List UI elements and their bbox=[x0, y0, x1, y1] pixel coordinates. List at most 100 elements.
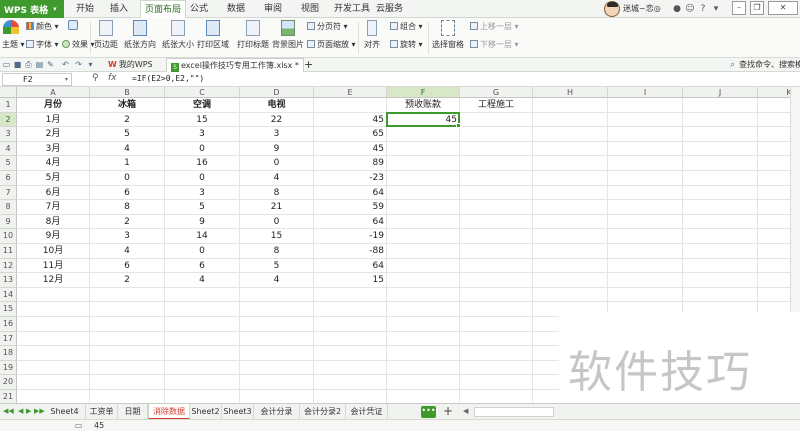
cell[interactable] bbox=[17, 375, 90, 390]
function-icon[interactable]: fx bbox=[108, 73, 117, 83]
row-header[interactable]: 4 bbox=[0, 141, 17, 157]
add-sheet-button[interactable]: + bbox=[443, 404, 453, 419]
cell[interactable] bbox=[460, 360, 533, 376]
data-cell[interactable]: 8月 bbox=[17, 214, 90, 230]
print-area-button[interactable]: 打印区域 bbox=[197, 20, 229, 50]
cell[interactable] bbox=[460, 185, 533, 201]
data-cell[interactable]: 3 bbox=[165, 185, 240, 201]
cell[interactable] bbox=[683, 185, 758, 201]
data-cell[interactable]: -88 bbox=[314, 244, 387, 259]
data-cell[interactable]: 7月 bbox=[17, 200, 90, 215]
redo-icon[interactable]: ↷ bbox=[74, 60, 83, 69]
cell[interactable] bbox=[90, 331, 165, 347]
cell[interactable] bbox=[608, 273, 683, 288]
cell[interactable] bbox=[533, 141, 608, 157]
data-cell[interactable]: 10月 bbox=[17, 244, 90, 259]
selection-pane-button[interactable]: 选择窗格 bbox=[432, 20, 464, 50]
close-button[interactable]: ✕ bbox=[768, 1, 798, 15]
cell[interactable] bbox=[683, 273, 758, 288]
header-cell[interactable]: 空调 bbox=[165, 98, 240, 113]
fonts-button[interactable]: 字体 ▾ bbox=[26, 39, 59, 50]
cell[interactable] bbox=[533, 98, 608, 113]
cell[interactable] bbox=[17, 317, 90, 332]
sheet-tab[interactable]: 工资单 bbox=[86, 404, 118, 420]
data-cell[interactable]: 0 bbox=[165, 141, 240, 157]
undo-icon[interactable]: ↶ bbox=[61, 60, 70, 69]
row-header[interactable]: 16 bbox=[0, 317, 17, 332]
cell[interactable] bbox=[683, 171, 758, 186]
cell[interactable] bbox=[608, 200, 683, 215]
sheet-tab[interactable]: Sheet2 bbox=[190, 404, 222, 420]
cell[interactable] bbox=[533, 127, 608, 142]
cell[interactable] bbox=[460, 229, 533, 244]
new-tab-button[interactable]: + bbox=[300, 58, 317, 72]
data-cell[interactable] bbox=[387, 171, 460, 186]
cell[interactable] bbox=[608, 127, 683, 142]
row-header[interactable]: 5 bbox=[0, 156, 17, 171]
cell[interactable] bbox=[90, 287, 165, 303]
orientation-button[interactable]: 纸张方向 bbox=[124, 20, 156, 50]
data-cell[interactable] bbox=[387, 229, 460, 244]
data-cell[interactable]: 14 bbox=[165, 229, 240, 244]
prev-sheet-icon[interactable]: ◀ bbox=[18, 407, 23, 415]
cell[interactable] bbox=[240, 360, 314, 376]
command-search-input[interactable]: 查找命令、搜索模板 bbox=[735, 58, 800, 72]
data-cell[interactable]: 59 bbox=[314, 200, 387, 215]
cell[interactable] bbox=[533, 273, 608, 288]
tab-view[interactable]: 视图 bbox=[301, 0, 319, 18]
cell[interactable] bbox=[533, 185, 608, 201]
column-header-e[interactable]: E bbox=[314, 87, 387, 98]
data-cell[interactable] bbox=[387, 258, 460, 274]
data-cell[interactable]: 6 bbox=[90, 185, 165, 201]
paper-size-button[interactable]: 纸张大小 bbox=[162, 20, 194, 50]
select-all-corner[interactable] bbox=[0, 87, 17, 98]
sheet-tab[interactable]: 消除数据 bbox=[148, 404, 190, 420]
cell[interactable] bbox=[240, 317, 314, 332]
name-box[interactable]: F2 ▾ bbox=[2, 73, 72, 86]
tab-cloud-service[interactable]: 云服务 bbox=[376, 0, 403, 18]
sheet-tab[interactable]: 日期 bbox=[118, 404, 148, 420]
data-cell[interactable] bbox=[387, 185, 460, 201]
data-cell[interactable]: 6月 bbox=[17, 185, 90, 201]
feedback-icon[interactable]: ☺ bbox=[685, 4, 695, 14]
data-cell[interactable]: 5 bbox=[240, 258, 314, 274]
data-cell[interactable]: 0 bbox=[165, 171, 240, 186]
data-cell[interactable] bbox=[387, 200, 460, 215]
cell[interactable] bbox=[460, 375, 533, 390]
data-cell[interactable]: 2月 bbox=[17, 127, 90, 142]
colors-button[interactable]: 颜色 ▾ bbox=[26, 21, 59, 32]
cell[interactable] bbox=[683, 156, 758, 171]
cell[interactable] bbox=[608, 185, 683, 201]
tab-developer[interactable]: 开发工具 bbox=[334, 0, 370, 18]
save-icon[interactable]: ■ bbox=[13, 60, 22, 69]
data-cell[interactable]: 11月 bbox=[17, 258, 90, 274]
data-cell[interactable]: 1 bbox=[90, 156, 165, 171]
data-cell[interactable]: 45 bbox=[387, 112, 460, 128]
data-cell[interactable]: 0 bbox=[90, 171, 165, 186]
cell[interactable] bbox=[387, 317, 460, 332]
data-cell[interactable]: 6 bbox=[90, 258, 165, 274]
data-cell[interactable]: 0 bbox=[240, 214, 314, 230]
tab-home[interactable]: 开始 bbox=[76, 0, 94, 18]
data-cell[interactable] bbox=[387, 244, 460, 259]
bring-forward-button[interactable]: 上移一层 ▾ bbox=[470, 21, 519, 32]
cell[interactable] bbox=[165, 287, 240, 303]
next-sheet-icon[interactable]: ▶ bbox=[26, 407, 31, 415]
background-image-button[interactable]: 背景图片 bbox=[272, 20, 304, 50]
cell[interactable] bbox=[165, 360, 240, 376]
data-cell[interactable]: 9 bbox=[240, 141, 314, 157]
cell[interactable] bbox=[460, 214, 533, 230]
cell[interactable] bbox=[460, 200, 533, 215]
cell[interactable] bbox=[533, 156, 608, 171]
cell[interactable] bbox=[683, 258, 758, 274]
page-zoom-button[interactable]: 页面缩放 ▾ bbox=[307, 39, 356, 50]
header-cell[interactable]: 工程施工 bbox=[460, 98, 533, 113]
cell[interactable] bbox=[608, 214, 683, 230]
cell[interactable] bbox=[90, 317, 165, 332]
data-cell[interactable]: 8 bbox=[240, 244, 314, 259]
data-cell[interactable]: 9 bbox=[165, 214, 240, 230]
data-cell[interactable]: -23 bbox=[314, 171, 387, 186]
data-cell[interactable]: 65 bbox=[314, 127, 387, 142]
header-cell[interactable]: 冰箱 bbox=[90, 98, 165, 113]
cell[interactable] bbox=[683, 229, 758, 244]
